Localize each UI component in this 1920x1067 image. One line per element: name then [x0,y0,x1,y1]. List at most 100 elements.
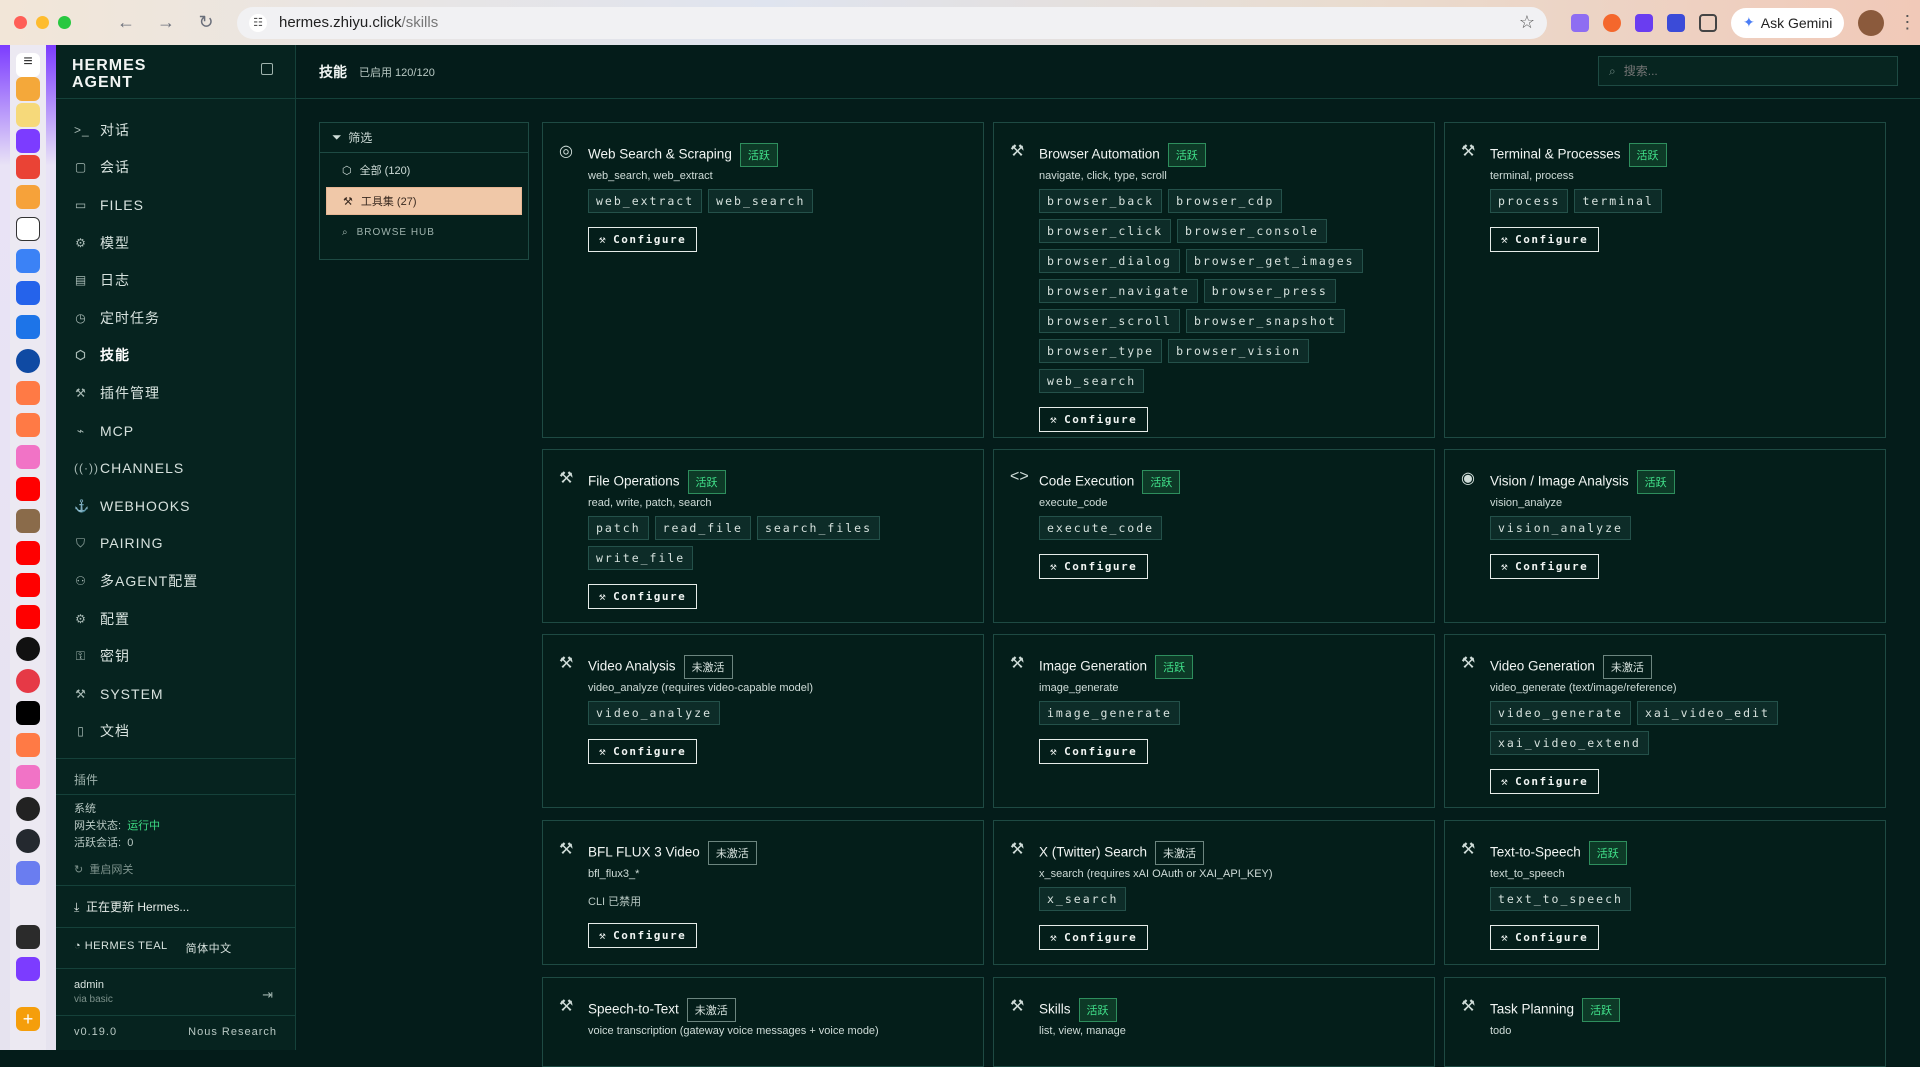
configure-button[interactable]: ⚒ Configure [1490,925,1600,950]
sidebar-item-2[interactable]: ▭ FILES [56,186,295,224]
configure-label: Configure [613,590,687,603]
reload-icon[interactable]: ↻ [197,12,215,33]
theme-switcher[interactable]: ◔ HERMES TEAL [74,940,168,956]
browse-hub-link[interactable]: ⌕ BROWSE HUB [326,218,522,246]
configure-button[interactable]: ⚒ Configure [1039,554,1149,579]
configure-button[interactable]: ⚒ Configure [1039,739,1149,764]
github-icon[interactable] [16,829,40,853]
sidebar-item-15[interactable]: ⚒ SYSTEM [56,675,295,713]
sidebar-item-5[interactable]: ◷ 定时任务 [56,299,295,337]
configure-button[interactable]: ⚒ Configure [588,923,698,948]
puzzle-icon[interactable] [1699,13,1717,32]
dock-app-icon[interactable] [16,765,40,789]
configure-button[interactable]: ⚒ Configure [588,227,698,252]
update-status[interactable]: ⤓ 正在更新 Hermes... [56,885,295,927]
toolset-name: Terminal & Processes [1490,146,1621,162]
extension-icon[interactable] [1603,13,1621,32]
x-icon[interactable] [16,701,40,725]
youtube-icon[interactable] [16,541,40,565]
configure-button[interactable]: ⚒ Configure [1039,407,1149,432]
configure-label: Configure [1515,560,1589,573]
sidebar-item-11[interactable]: ⛉ PAIRING [56,525,295,563]
dock-app-icon[interactable] [16,509,40,533]
dock-collapse-icon[interactable] [16,925,40,949]
filter-toolsets[interactable]: ⚒ 工具集 (27) [326,187,522,215]
sidebar-item-8[interactable]: ⌁ MCP [56,412,295,450]
configure-label: Configure [613,233,687,246]
sidebar-item-label: PAIRING [100,535,164,552]
dock-app-icon[interactable] [16,733,40,757]
sidebar-collapse-icon[interactable] [261,63,273,75]
add-icon[interactable]: + [16,1007,40,1031]
sidebar-item-9[interactable]: ((·)) CHANNELS [56,449,295,487]
dock-app-icon[interactable] [16,669,40,693]
dock-app-icon[interactable] [16,217,40,241]
youtube-icon[interactable] [16,477,40,501]
toolset-name: File Operations [588,473,680,489]
dock-app-icon[interactable] [16,381,40,405]
dock-menu-icon[interactable]: ≡ [16,53,40,77]
dock-app-icon[interactable] [16,861,40,885]
filter-all[interactable]: ⬡ 全部 (120) [326,156,522,184]
tool-tag-list: image_generate ⚒ Configure [1039,701,1419,764]
bookmark-star-icon[interactable]: ☆ [1519,12,1535,33]
address-bar[interactable]: ☷ hermes.zhiyu.click/skills ☆ [237,6,1547,39]
configure-button[interactable]: ⚒ Configure [1490,227,1600,252]
profile-avatar[interactable] [1858,9,1885,36]
dock-app-icon[interactable] [16,249,40,273]
sidebar-item-1[interactable]: ▢ 会话 [56,149,295,187]
tool-tag: browser_press [1203,279,1336,303]
back-icon[interactable]: ← [117,12,135,33]
dock-app-icon[interactable] [16,185,40,209]
logout-icon[interactable]: ⇥ [262,987,273,1003]
language-switcher[interactable]: 简体中文 [186,940,232,956]
status-badge: 活跃 [1155,655,1194,679]
close-window-button[interactable] [14,16,27,29]
sidebar-item-12[interactable]: ⚇ 多AGENT配置 [56,562,295,600]
dock-app-icon[interactable] [16,445,40,469]
sidebar-item-10[interactable]: ⚓ WEBHOOKS [56,487,295,525]
sidebar-item-0[interactable]: >_ 对话 [56,111,295,149]
ask-gemini-button[interactable]: ✦ Ask Gemini [1731,7,1845,38]
configure-label: Configure [1515,775,1589,788]
dock-app-icon[interactable] [16,315,40,339]
configure-button[interactable]: ⚒ Configure [588,739,698,764]
dock-app-icon[interactable] [16,413,40,437]
sidebar-item-4[interactable]: ▤ 日志 [56,261,295,299]
configure-button[interactable]: ⚒ Configure [1039,925,1149,950]
dock-app-icon[interactable] [16,957,40,981]
youtube-icon[interactable] [16,605,40,629]
sidebar-item-7[interactable]: ⚒ 插件管理 [56,374,295,412]
search-input[interactable] [1623,64,1864,78]
browser-menu-icon[interactable]: ⋮ [1898,12,1916,33]
configure-button[interactable]: ⚒ Configure [1490,554,1600,579]
dock-app-icon[interactable] [16,349,40,373]
extension-icon[interactable] [1635,13,1653,32]
sidebar-item-16[interactable]: ▯ 文档 [56,713,295,751]
forward-icon[interactable]: → [157,12,175,33]
brand-title-line1: HERMES [72,57,147,74]
dock-app-icon[interactable] [16,129,40,153]
dock-app-icon[interactable] [16,637,40,661]
sidebar-item-6[interactable]: ⬡ 技能 [56,337,295,375]
toolset-description: video_analyze (requires video-capable mo… [588,682,814,694]
dock-app-icon[interactable] [16,77,40,101]
sidebar-item-13[interactable]: ⚙ 配置 [56,600,295,638]
dock-app-icon[interactable] [16,103,40,127]
maximize-window-button[interactable] [58,16,71,29]
restart-gateway-label: 重启网关 [89,864,134,877]
restart-gateway-button[interactable]: ↻ 重启网关 [74,862,277,879]
configure-button[interactable]: ⚒ Configure [588,584,698,609]
dock-app-icon[interactable] [16,797,40,821]
nav-icon: ▤ [74,273,88,288]
dock-app-icon[interactable] [16,281,40,305]
configure-button[interactable]: ⚒ Configure [1490,769,1600,794]
site-settings-icon[interactable]: ☷ [249,13,267,32]
extension-icon[interactable] [1667,13,1685,32]
youtube-icon[interactable] [16,573,40,597]
extension-icon[interactable] [1571,13,1589,32]
sidebar-item-3[interactable]: ⚙ 模型 [56,224,295,262]
minimize-window-button[interactable] [36,16,49,29]
sidebar-item-14[interactable]: ⚿ 密钥 [56,637,295,675]
dock-app-icon[interactable] [16,155,40,179]
